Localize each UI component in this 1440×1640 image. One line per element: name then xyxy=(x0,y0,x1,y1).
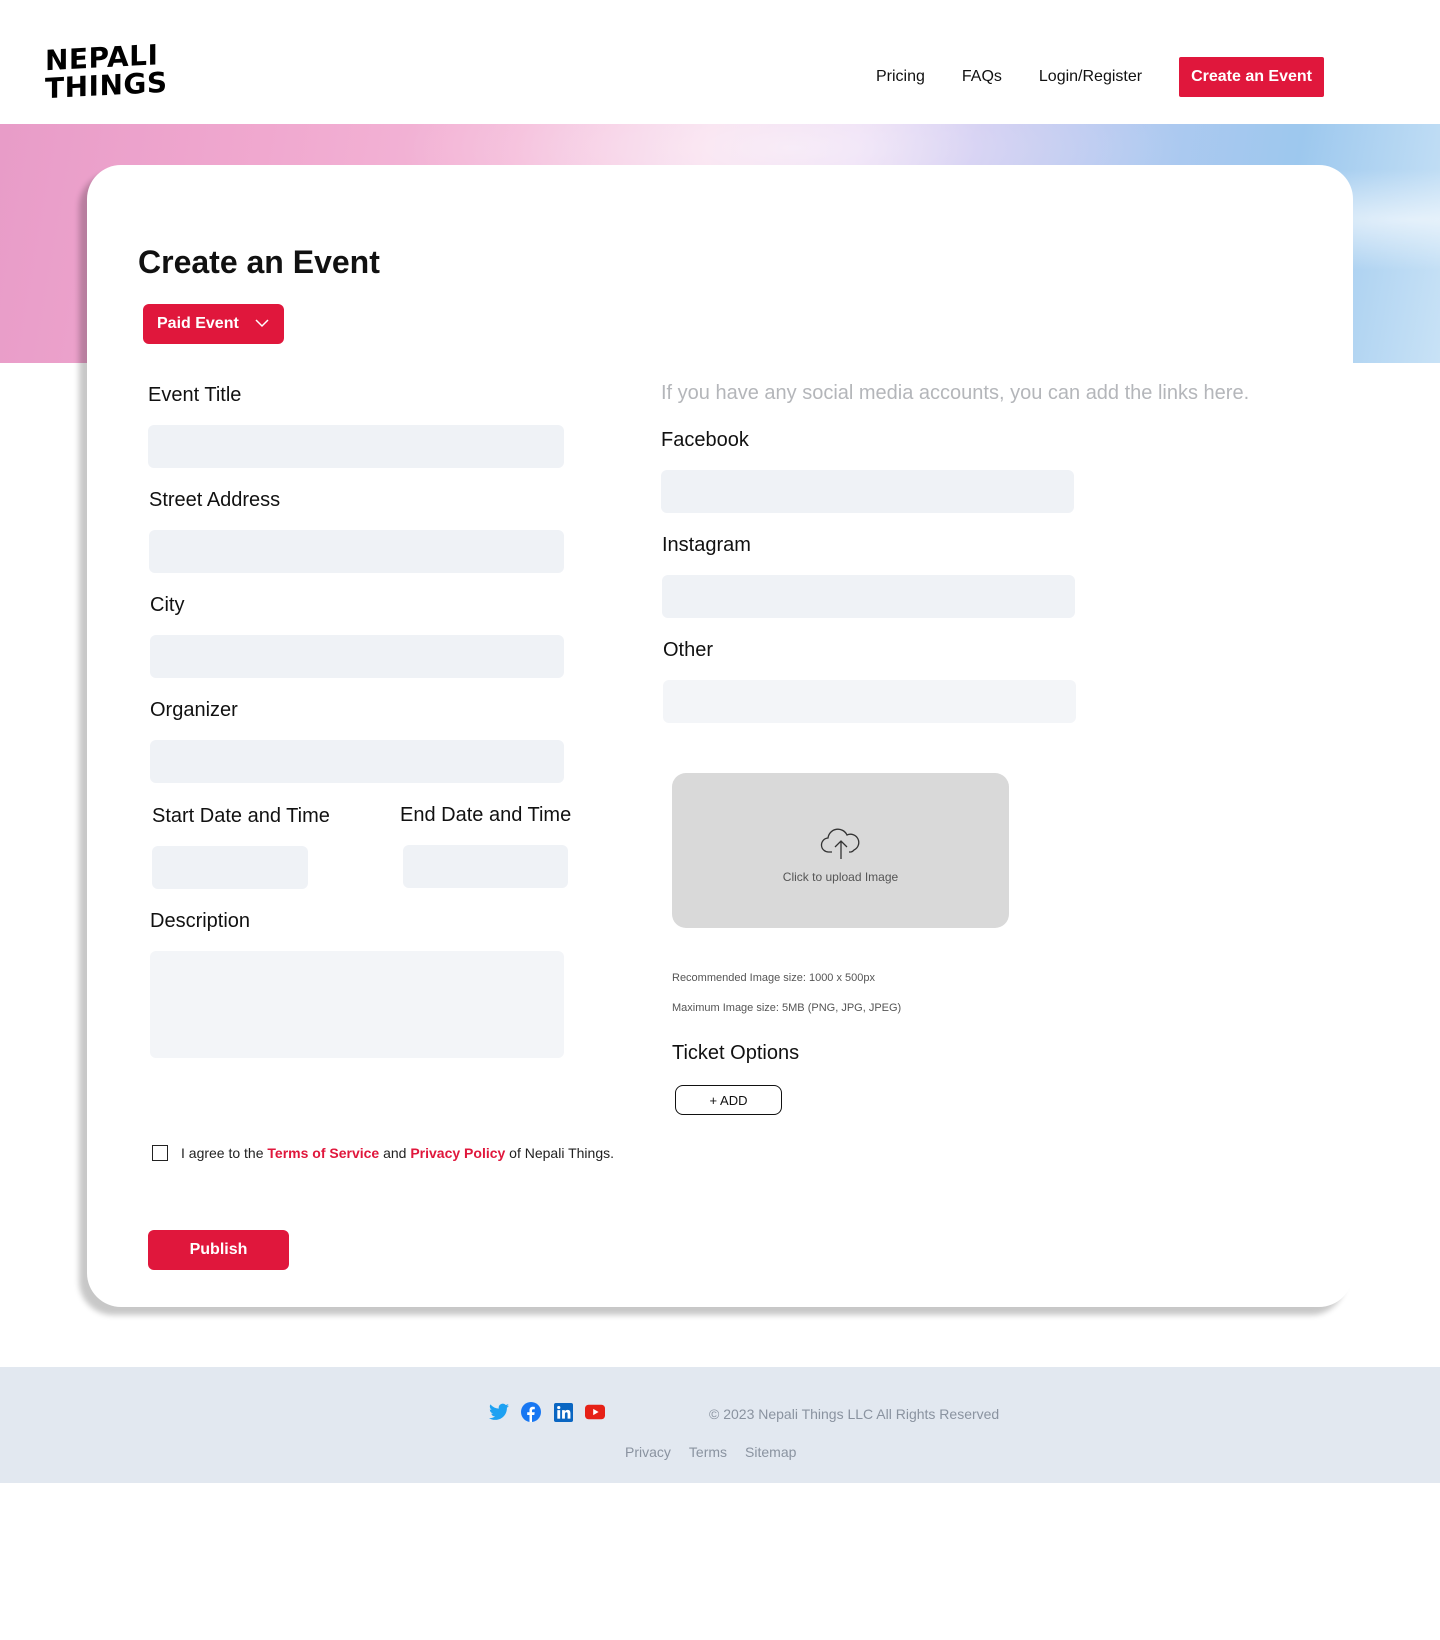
nav-login-link[interactable]: Login/Register xyxy=(1039,68,1142,86)
end-date-label: End Date and Time xyxy=(400,804,572,826)
page-title: Create an Event xyxy=(138,244,380,280)
twitter-icon[interactable] xyxy=(489,1402,509,1422)
footer-terms-link[interactable]: Terms xyxy=(689,1444,727,1460)
facebook-input[interactable] xyxy=(661,470,1074,513)
upload-text: Click to upload Image xyxy=(782,869,899,884)
copyright-text: © 2023 Nepali Things LLC All Rights Rese… xyxy=(709,1406,1000,1422)
street-address-label: Street Address xyxy=(149,489,281,511)
youtube-icon[interactable] xyxy=(585,1402,605,1422)
nepali-things-logo[interactable]: NEPALI THINGS xyxy=(45,38,168,106)
main-nav: Pricing FAQs Login/Register Create an Ev… xyxy=(876,57,1324,97)
instagram-input[interactable] xyxy=(662,575,1075,618)
end-date-input[interactable] xyxy=(403,845,568,888)
facebook-icon[interactable] xyxy=(521,1402,541,1422)
other-label: Other xyxy=(663,639,714,661)
agree-text-post: of Nepali Things. xyxy=(505,1145,614,1161)
facebook-label: Facebook xyxy=(661,429,749,451)
site-header: NEPALI THINGS Pricing FAQs Login/Registe… xyxy=(0,0,1440,124)
ticket-options-title: Ticket Options xyxy=(672,1042,800,1064)
description-label: Description xyxy=(150,910,251,932)
recommended-size-note: Recommended Image size: 1000 x 500px xyxy=(672,972,876,984)
publish-button[interactable]: Publish xyxy=(148,1230,289,1270)
nav-pricing-link[interactable]: Pricing xyxy=(876,68,925,86)
footer-links: Privacy Terms Sitemap xyxy=(625,1444,796,1460)
social-media-hint: If you have any social media accounts, y… xyxy=(661,382,1250,404)
event-title-input[interactable] xyxy=(148,425,564,468)
street-address-input[interactable] xyxy=(149,530,564,573)
linkedin-icon[interactable] xyxy=(553,1402,573,1422)
event-type-label: Paid Event xyxy=(157,315,239,332)
footer-privacy-link[interactable]: Privacy xyxy=(625,1444,671,1460)
city-input[interactable] xyxy=(150,635,564,678)
logo-line-2: THINGS xyxy=(45,65,168,106)
terms-of-service-link[interactable]: Terms of Service xyxy=(267,1145,379,1161)
cloud-upload-icon xyxy=(820,828,859,859)
chevron-down-icon xyxy=(255,319,269,328)
other-input[interactable] xyxy=(663,680,1076,723)
event-type-dropdown[interactable]: Paid Event xyxy=(143,304,284,344)
image-upload-dropzone[interactable]: Click to upload Image xyxy=(672,773,1009,928)
start-date-label: Start Date and Time xyxy=(152,805,330,827)
organizer-input[interactable] xyxy=(150,740,564,783)
city-label: City xyxy=(150,594,185,616)
instagram-label: Instagram xyxy=(662,534,751,556)
footer-sitemap-link[interactable]: Sitemap xyxy=(745,1444,796,1460)
nav-faqs-link[interactable]: FAQs xyxy=(962,68,1002,86)
agree-text-pre: I agree to the xyxy=(181,1145,268,1161)
start-date-input[interactable] xyxy=(152,846,308,889)
social-links xyxy=(489,1402,605,1422)
privacy-policy-link[interactable]: Privacy Policy xyxy=(410,1145,505,1161)
site-footer xyxy=(0,1367,1440,1483)
organizer-label: Organizer xyxy=(150,699,238,721)
agree-text-mid: and xyxy=(379,1145,411,1161)
max-size-note: Maximum Image size: 5MB (PNG, JPG, JPEG) xyxy=(672,1002,902,1014)
agree-checkbox[interactable] xyxy=(152,1145,168,1161)
description-textarea[interactable] xyxy=(150,951,564,1058)
nav-create-event-button[interactable]: Create an Event xyxy=(1179,57,1324,97)
add-ticket-button[interactable]: + ADD xyxy=(675,1085,782,1115)
terms-agreement: I agree to the Terms of Service and Priv… xyxy=(152,1145,614,1161)
event-title-label: Event Title xyxy=(148,384,242,406)
